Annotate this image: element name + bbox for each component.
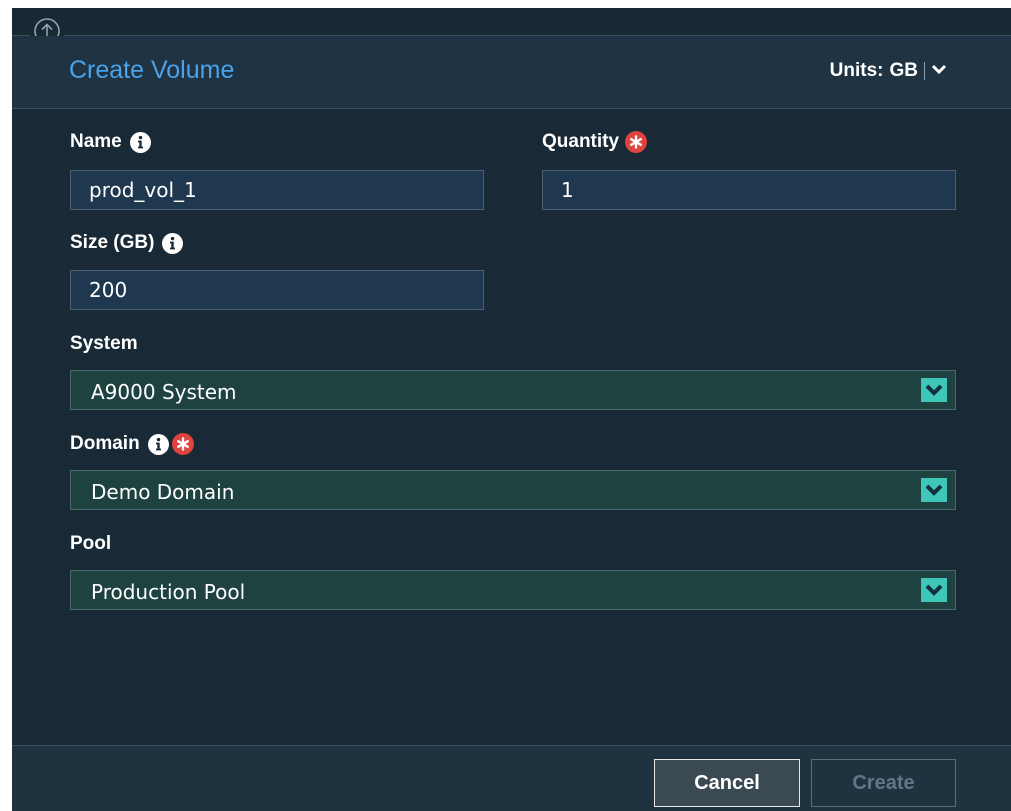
info-icon[interactable] — [129, 131, 151, 153]
units-selector[interactable]: Units: GB — [830, 60, 947, 82]
units-label: Units: — [829, 60, 884, 81]
system-select-value: A9000 System — [91, 380, 237, 404]
info-icon[interactable] — [162, 232, 184, 254]
create-button[interactable]: Create — [811, 759, 956, 807]
pool-select-value: Production Pool — [91, 580, 246, 604]
chevron-down-icon[interactable] — [921, 578, 947, 602]
system-label: System — [70, 333, 138, 354]
system-field-label: System — [70, 333, 138, 355]
units-value: GB — [889, 60, 919, 81]
required-asterisk-icon — [625, 131, 648, 153]
dialog-top-strip — [12, 8, 1011, 36]
name-field-label: Name — [70, 131, 151, 153]
pool-select[interactable]: Production Pool — [70, 570, 956, 610]
size-field-label: Size (GB) — [70, 232, 184, 254]
info-icon[interactable] — [147, 433, 169, 455]
dialog-title: Create Volume — [69, 56, 235, 84]
chevron-down-icon — [931, 62, 947, 80]
required-asterisk-icon — [171, 433, 194, 455]
cancel-button[interactable]: Cancel — [654, 759, 800, 807]
pool-field-label: Pool — [70, 533, 111, 555]
domain-select[interactable]: Demo Domain — [70, 470, 956, 510]
dialog-header: Create Volume Units: GB — [12, 36, 1011, 109]
system-select[interactable]: A9000 System — [70, 370, 956, 410]
quantity-label: Quantity — [542, 131, 620, 152]
domain-select-value: Demo Domain — [91, 480, 235, 504]
size-label: Size (GB) — [70, 232, 155, 253]
create-volume-dialog: Create Volume Units: GB Name Quantity — [12, 8, 1011, 811]
domain-label: Domain — [70, 433, 140, 454]
domain-field-label: Domain — [70, 433, 194, 455]
chevron-down-icon[interactable] — [921, 478, 947, 502]
units-separator — [924, 62, 925, 80]
pool-label: Pool — [70, 533, 112, 554]
quantity-field-label: Quantity — [542, 131, 648, 153]
name-label: Name — [70, 131, 122, 152]
quantity-input[interactable] — [542, 170, 956, 210]
size-input[interactable] — [70, 270, 484, 310]
chevron-down-icon[interactable] — [921, 378, 947, 402]
dialog-footer: Cancel Create — [12, 745, 1011, 811]
name-input[interactable] — [70, 170, 484, 210]
